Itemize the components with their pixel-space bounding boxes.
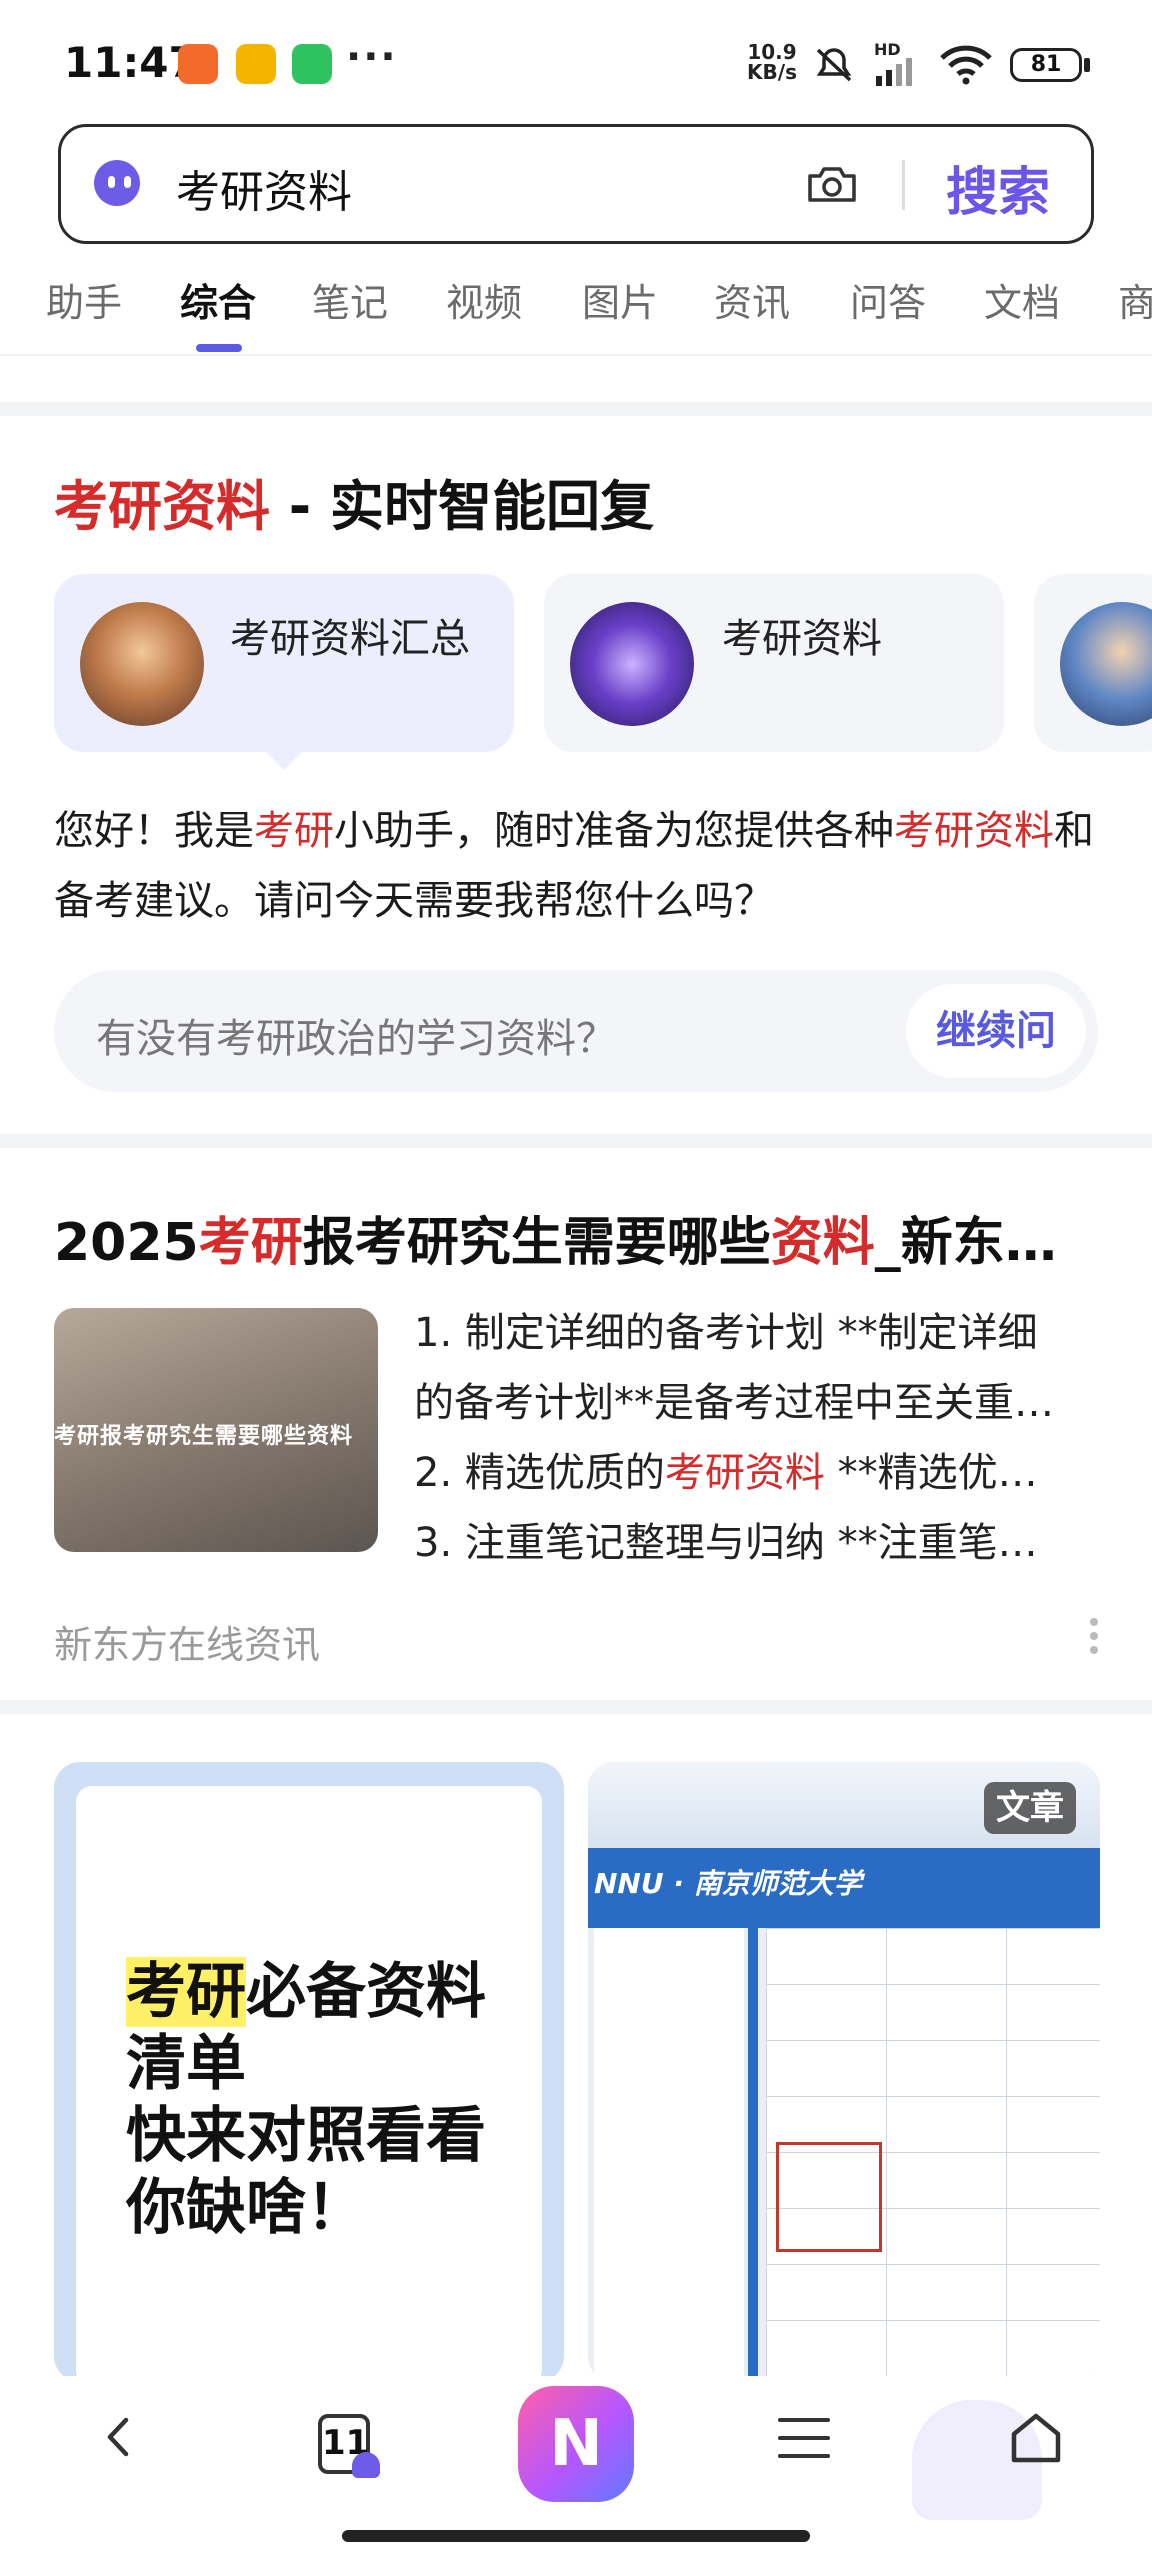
camera-icon[interactable]: [806, 164, 858, 204]
tab-shop[interactable]: 商: [1118, 272, 1152, 327]
result-snippet-line: 1. 制定详细的备考计划 **制定详细: [414, 1310, 1038, 1356]
more-options-icon[interactable]: [1090, 1618, 1098, 1660]
assistant-ghost-icon[interactable]: [94, 160, 140, 206]
section-gap: [0, 1700, 1152, 1714]
home-icon[interactable]: [1006, 2408, 1066, 2468]
image-tile-university[interactable]: NNU · 南京师范大学: [588, 1762, 1100, 2382]
image-tile-checklist[interactable]: 考研必备资料 清单 快来对照看看 你缺啥！: [54, 1762, 564, 2382]
wechat-icon: [292, 44, 332, 84]
tile-banner-text: NNU · 南京师范大学: [594, 1867, 862, 1900]
ai-assistant-button[interactable]: N: [518, 2386, 634, 2502]
tile-table: [766, 1928, 1100, 2382]
ghost-eye: [124, 176, 131, 188]
battery-indicator: 81: [1010, 48, 1082, 82]
tile-heading-line: 考研必备资料: [126, 1957, 486, 2027]
menu-icon[interactable]: [778, 2418, 830, 2472]
network-speed: 10.9 KB/s: [747, 40, 797, 84]
active-tab-indicator: [196, 344, 242, 352]
tile-heading-line: 你缺啥！: [126, 2173, 366, 2243]
more-notifications-icon: ···: [346, 34, 398, 80]
continue-ask-button[interactable]: 继续问: [906, 984, 1086, 1078]
thumbnail-caption: 考研报考研究生需要哪些资料: [54, 1424, 354, 1449]
table-highlight-box: [776, 2142, 882, 2252]
result-thumbnail[interactable]: 考研报考研究生需要哪些资料: [54, 1308, 378, 1552]
search-input[interactable]: 考研资料: [176, 156, 352, 220]
tab-divider: [0, 354, 1152, 356]
tile-scrollbar: [748, 1928, 758, 2382]
result-title-link[interactable]: 2025考研报考研究生需要哪些资料_新东…: [54, 1200, 1104, 1275]
back-icon[interactable]: [96, 2414, 142, 2460]
tab-news[interactable]: 资讯: [714, 272, 790, 327]
ai-reply-title: 考研资料 - 实时智能回复: [54, 475, 655, 538]
tile-heading-line: 快来对照看看: [126, 2101, 486, 2171]
app-notification-icon: [236, 44, 276, 84]
home-indicator[interactable]: [342, 2530, 810, 2542]
tile-card: 考研必备资料 清单 快来对照看看 你缺啥！: [76, 1786, 542, 2382]
agent-chip-label: 考研资料: [722, 616, 882, 662]
section-gap: [0, 1134, 1152, 1148]
ghost-eye: [108, 176, 115, 188]
app-notification-icon: [178, 44, 218, 84]
tab-qa[interactable]: 问答: [850, 272, 926, 327]
follow-up-suggestion[interactable]: 有没有考研政治的学习资料？: [96, 1006, 616, 1064]
tab-notes[interactable]: 笔记: [312, 272, 388, 327]
search-divider: [902, 160, 905, 210]
result-snippet-line: 2. 精选优质的考研资料 **精选优…: [414, 1450, 1038, 1496]
tab-general[interactable]: 综合: [180, 272, 256, 327]
result-snippet-line: 的备考计划**是备考过程中至关重…: [414, 1380, 1054, 1426]
tab-docs[interactable]: 文档: [984, 272, 1060, 327]
result-snippet-line: 3. 注重笔记整理与归纳 **注重笔…: [414, 1520, 1038, 1566]
tile-sidebar: [594, 1928, 744, 2382]
tab-images[interactable]: 图片: [582, 272, 658, 327]
mute-icon: [816, 48, 852, 82]
agent-avatar: [570, 602, 694, 726]
search-button[interactable]: 搜索: [946, 150, 1050, 225]
signal-icon: [876, 58, 912, 86]
chip-pointer: [262, 748, 306, 770]
tab-videos[interactable]: 视频: [446, 272, 522, 327]
ghost-badge-icon: [352, 2452, 380, 2478]
agent-chip-label: 考研资料汇总: [230, 616, 470, 662]
agent-avatar: [80, 602, 204, 726]
ai-reply-text: 您好！我是考研小助手，随时准备为您提供各种考研资料和备考建议。请问今天需要我帮您…: [54, 808, 1094, 924]
wifi-icon: [940, 45, 992, 85]
section-gap: [0, 402, 1152, 416]
tile-heading-line: 清单: [126, 2029, 246, 2099]
tab-assistant[interactable]: 助手: [46, 272, 122, 327]
battery-tip: [1084, 58, 1090, 72]
article-badge: 文章: [984, 1782, 1076, 1834]
result-source[interactable]: 新东方在线资讯: [54, 1614, 320, 1669]
